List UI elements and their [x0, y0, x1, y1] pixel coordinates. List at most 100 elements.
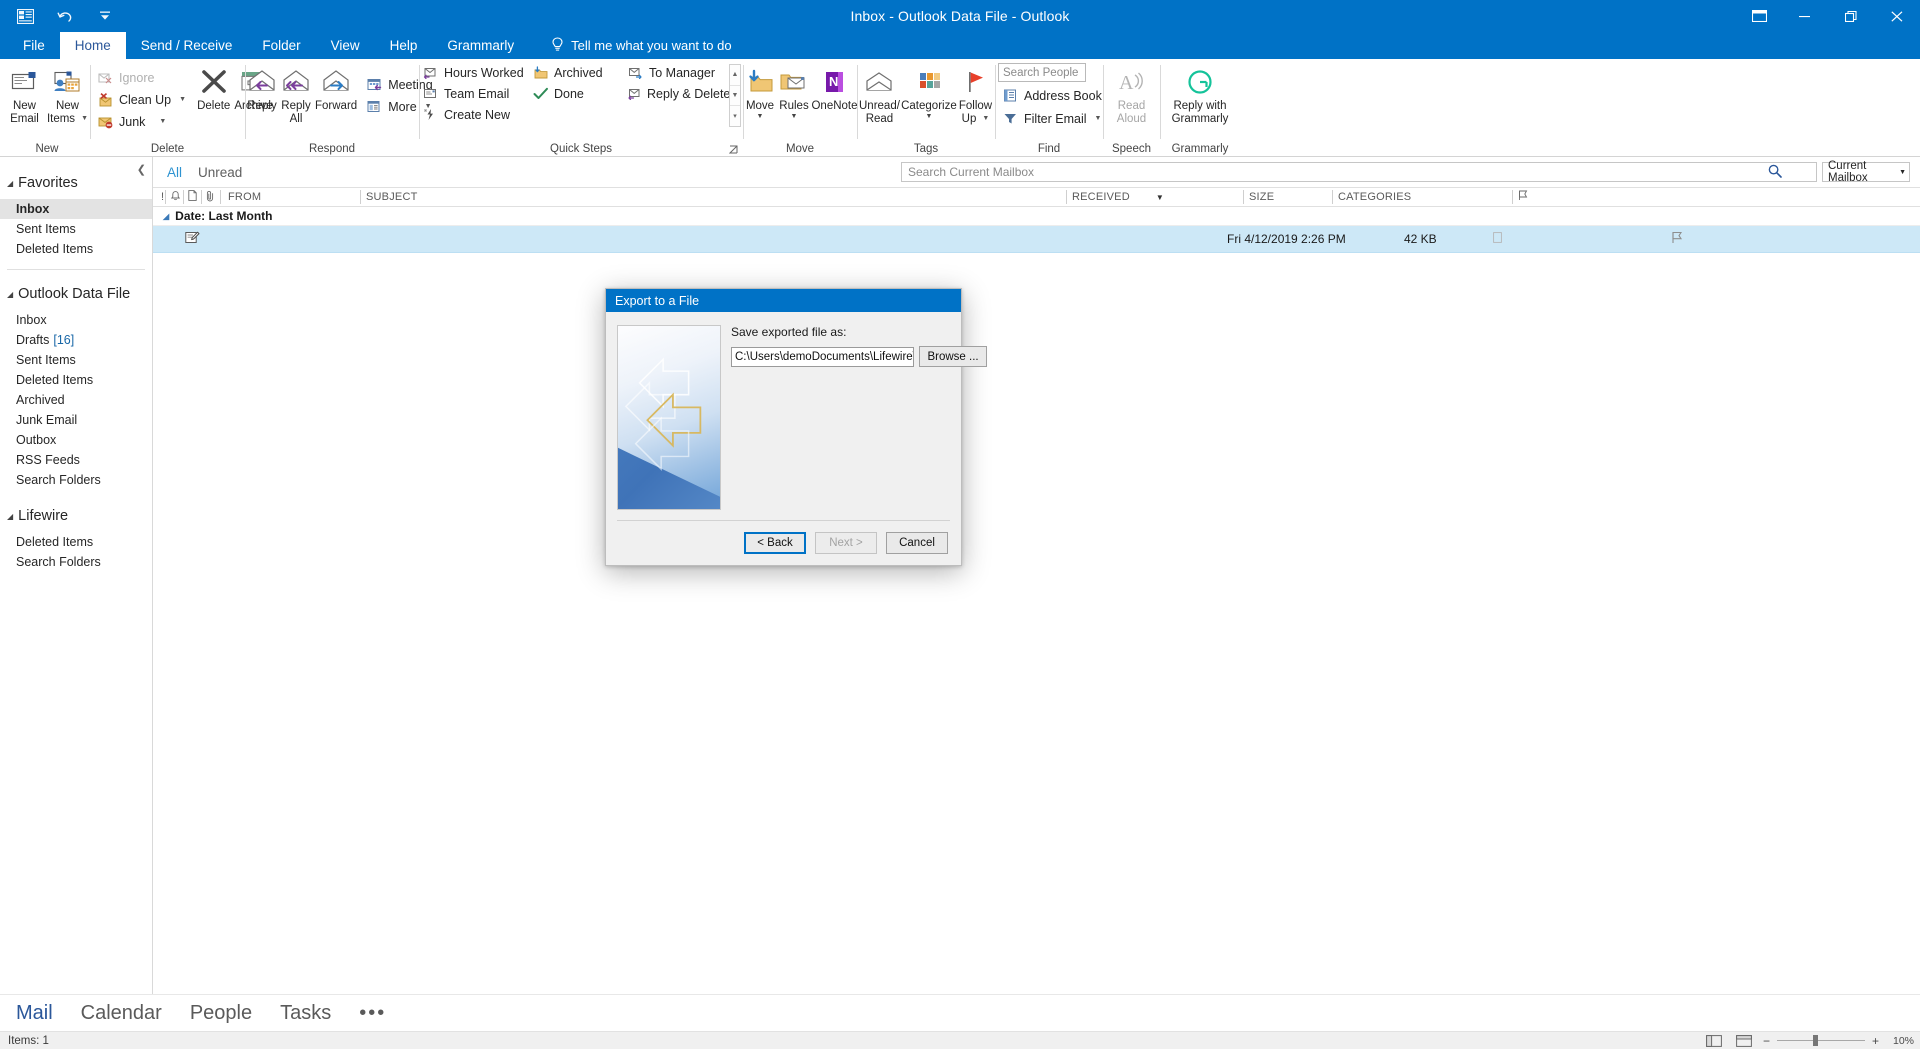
quick-step-archived[interactable]: Archived	[529, 62, 624, 83]
row-flag-icon[interactable]	[1671, 231, 1683, 247]
filter-unread[interactable]: Unread	[198, 165, 242, 180]
sidebar-item-odf-deleted-items[interactable]: Deleted Items	[0, 370, 152, 390]
tell-me-search[interactable]: Tell me what you want to do	[529, 32, 732, 59]
zoom-slider-thumb[interactable]	[1812, 1035, 1818, 1046]
quick-step-to-manager[interactable]: To Manager	[624, 62, 726, 83]
restore-icon[interactable]	[1828, 0, 1874, 32]
search-icon[interactable]	[1768, 164, 1782, 181]
clean-up-button[interactable]: Clean Up ▼	[94, 89, 191, 110]
sidebar-item-favorites-sent-items[interactable]: Sent Items	[0, 219, 152, 239]
column-size[interactable]: SIZE	[1243, 187, 1332, 207]
module-people[interactable]: People	[190, 1002, 252, 1025]
tab-help[interactable]: Help	[375, 32, 433, 59]
filter-email-button[interactable]: Filter Email ▼	[999, 108, 1107, 129]
collapse-folder-pane-icon[interactable]: ❮	[137, 163, 146, 176]
customize-quick-access-icon[interactable]	[94, 5, 116, 27]
folder-group-lifewire[interactable]: ◢ Lifewire	[0, 504, 152, 528]
back-button[interactable]: < Back	[744, 532, 806, 554]
quick-step-create-new[interactable]: Create New	[419, 104, 529, 125]
browse-button[interactable]: Browse ...	[919, 346, 987, 367]
sidebar-item-odf-junk-email[interactable]: Junk Email	[0, 410, 152, 430]
minimize-icon[interactable]	[1782, 0, 1828, 32]
new-items-button[interactable]: New Items ▼	[45, 64, 90, 125]
search-scope-dropdown[interactable]: Current Mailbox ▼	[1822, 160, 1910, 184]
date-group-header[interactable]: ◢ Date: Last Month	[153, 207, 1920, 226]
sidebar-item-odf-archived[interactable]: Archived	[0, 390, 152, 410]
quick-step-team-email[interactable]: Team Email	[419, 83, 529, 104]
onenote-button[interactable]: N OneNote	[811, 64, 858, 113]
reply-with-grammarly-button[interactable]: Reply with Grammarly	[1162, 64, 1238, 125]
ribbon-display-options-icon[interactable]	[1736, 0, 1782, 32]
sidebar-item-lifewire-search-folders[interactable]: Search Folders	[0, 552, 152, 572]
column-attachment[interactable]	[201, 187, 220, 207]
sidebar-item-odf-sent-items[interactable]: Sent Items	[0, 350, 152, 370]
sidebar-item-lifewire-deleted-items[interactable]: Deleted Items	[0, 532, 152, 552]
column-reminder[interactable]	[165, 187, 183, 207]
forward-button[interactable]: Forward	[313, 64, 359, 113]
quick-steps-scrollbar[interactable]: ▲ ▼ ▾	[729, 64, 741, 127]
reading-view-icon[interactable]	[1733, 1033, 1755, 1048]
column-item-icon[interactable]	[183, 187, 201, 207]
follow-up-button[interactable]: Follow Up ▼	[956, 64, 995, 125]
read-aloud-button[interactable]: A Read Aloud	[1106, 64, 1158, 125]
module-tasks[interactable]: Tasks	[280, 1002, 331, 1025]
folder-group-outlook-data-file[interactable]: ◢ Outlook Data File	[0, 282, 152, 306]
close-icon[interactable]	[1874, 0, 1920, 32]
rules-button[interactable]: Rules ▼	[777, 64, 811, 120]
sidebar-item-odf-inbox[interactable]: Inbox	[0, 310, 152, 330]
sidebar-item-odf-outbox[interactable]: Outbox	[0, 430, 152, 450]
tab-view[interactable]: View	[316, 32, 375, 59]
junk-button[interactable]: Junk ▼	[94, 111, 191, 132]
folder-group-favorites[interactable]: ◢ Favorites	[0, 171, 152, 195]
sidebar-item-favorites-inbox[interactable]: Inbox	[0, 199, 152, 219]
column-importance[interactable]: !	[153, 187, 165, 207]
ribbon-group-grammarly: Reply with Grammarly Grammarly	[1160, 59, 1240, 157]
tab-grammarly[interactable]: Grammarly	[432, 32, 529, 59]
tab-folder[interactable]: Folder	[247, 32, 315, 59]
sidebar-item-favorites-deleted-items[interactable]: Deleted Items	[0, 239, 152, 259]
cancel-button[interactable]: Cancel	[886, 532, 948, 554]
column-flag[interactable]	[1512, 187, 1542, 207]
quick-steps-more-icon[interactable]: ▾	[730, 106, 740, 126]
column-subject[interactable]: SUBJECT	[360, 187, 1066, 207]
delete-button[interactable]: Delete	[195, 64, 232, 113]
quick-step-hours-worked[interactable]: Hours Worked	[419, 62, 529, 83]
zoom-in-button[interactable]: +	[1872, 1034, 1879, 1048]
quick-step-reply-delete[interactable]: Reply & Delete	[624, 83, 730, 104]
zoom-out-button[interactable]: −	[1763, 1034, 1770, 1048]
reply-button[interactable]: Reply	[245, 64, 279, 113]
file-path-input[interactable]: C:\Users\demo Documents\Lifewire\d	[731, 346, 915, 367]
sidebar-item-odf-search-folders[interactable]: Search Folders	[0, 470, 152, 490]
scroll-down-icon[interactable]: ▼	[730, 86, 740, 107]
filter-all[interactable]: All	[167, 165, 182, 180]
reply-all-button[interactable]: Reply All	[279, 64, 313, 125]
unread-read-button[interactable]: Unread/ Read	[857, 64, 902, 125]
module-more-icon[interactable]: •••	[359, 1002, 386, 1025]
new-email-button[interactable]: New Email	[4, 64, 45, 125]
column-from[interactable]: FROM	[220, 187, 360, 207]
next-button[interactable]: Next >	[815, 532, 877, 554]
tab-home[interactable]: Home	[59, 32, 126, 59]
module-mail[interactable]: Mail	[16, 1002, 53, 1025]
sidebar-item-odf-drafts[interactable]: Drafts [16]	[0, 330, 152, 350]
module-calendar[interactable]: Calendar	[81, 1002, 162, 1025]
tab-file[interactable]: File	[8, 32, 60, 59]
scroll-up-icon[interactable]: ▲	[730, 65, 740, 86]
table-row[interactable]: Fri 4/12/2019 2:26 PM 42 KB	[153, 226, 1920, 253]
quick-steps-dialog-launcher[interactable]	[727, 143, 740, 156]
search-input[interactable]: Search Current Mailbox	[901, 162, 1817, 182]
ignore-button[interactable]: Ignore	[94, 67, 191, 88]
zoom-slider[interactable]	[1776, 1035, 1865, 1046]
tab-send-receive[interactable]: Send / Receive	[126, 32, 248, 59]
column-categories[interactable]: CATEGORIES	[1332, 187, 1512, 207]
outlook-logo-icon[interactable]	[14, 5, 36, 27]
column-received[interactable]: RECEIVED ▼	[1066, 187, 1243, 207]
search-people-input[interactable]: Search People	[998, 63, 1086, 82]
quick-step-done[interactable]: Done	[529, 83, 624, 104]
sidebar-item-odf-rss-feeds[interactable]: RSS Feeds	[0, 450, 152, 470]
categorize-button[interactable]: Categorize ▼	[901, 64, 957, 120]
move-button[interactable]: Move ▼	[743, 64, 777, 120]
undo-icon[interactable]	[54, 5, 76, 27]
address-book-button[interactable]: Address Book	[999, 85, 1107, 106]
normal-view-icon[interactable]	[1703, 1033, 1725, 1048]
